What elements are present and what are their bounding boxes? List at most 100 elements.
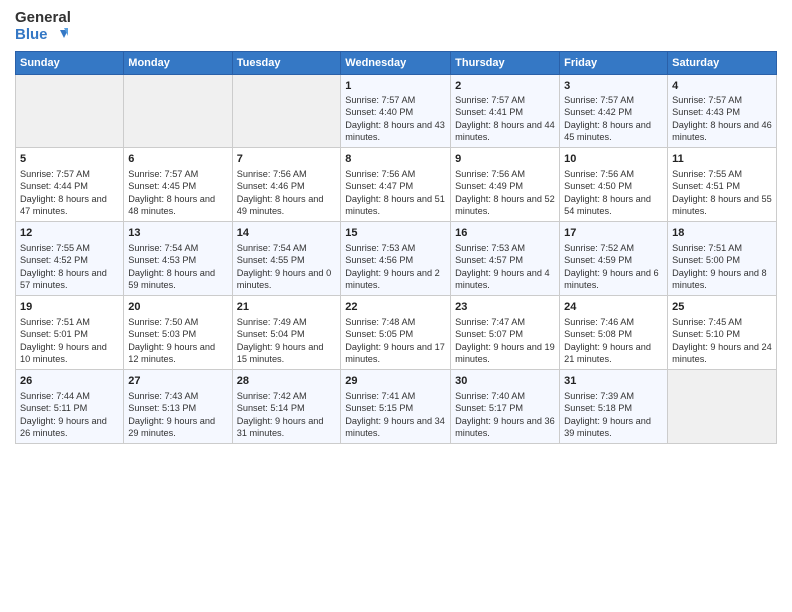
calendar-cell: 14 Sunrise: 7:54 AM Sunset: 4:55 PM Dayli… [232, 222, 341, 296]
day-number: 27 [128, 374, 227, 388]
week-row-2: 5 Sunrise: 7:57 AM Sunset: 4:44 PM Daylig… [16, 148, 777, 222]
calendar-cell: 10 Sunrise: 7:56 AM Sunset: 4:50 PM Dayli… [560, 148, 668, 222]
day-info: Sunrise: 7:54 AM Sunset: 4:55 PM Dayligh… [237, 242, 337, 292]
day-number: 16 [455, 226, 555, 240]
day-info: Sunrise: 7:41 AM Sunset: 5:15 PM Dayligh… [345, 390, 446, 440]
day-header-saturday: Saturday [668, 51, 777, 74]
calendar-cell: 4Sunrise: 7:57 AM Sunset: 4:43 PM Daylig… [668, 74, 777, 148]
day-number: 9 [455, 152, 555, 166]
logo-bird-icon [50, 27, 68, 45]
day-header-wednesday: Wednesday [341, 51, 451, 74]
page: General Blue SundayMondayTuesdayWednesda… [0, 0, 792, 454]
day-info: Sunrise: 7:53 AM Sunset: 4:56 PM Dayligh… [345, 242, 446, 292]
day-header-thursday: Thursday [451, 51, 560, 74]
day-info: Sunrise: 7:52 AM Sunset: 4:59 PM Dayligh… [564, 242, 663, 292]
calendar-cell: 6 Sunrise: 7:57 AM Sunset: 4:45 PM Daylig… [124, 148, 232, 222]
day-number: 8 [345, 152, 446, 166]
calendar-cell [124, 74, 232, 148]
day-info: Sunrise: 7:57 AM Sunset: 4:42 PM Dayligh… [564, 94, 663, 144]
day-info: Sunrise: 7:47 AM Sunset: 5:07 PM Dayligh… [455, 316, 555, 366]
day-info: Sunrise: 7:40 AM Sunset: 5:17 PM Dayligh… [455, 390, 555, 440]
day-number: 10 [564, 152, 663, 166]
week-row-3: 12 Sunrise: 7:55 AM Sunset: 4:52 PM Dayli… [16, 222, 777, 296]
day-number: 7 [237, 152, 337, 166]
day-info: Sunrise: 7:46 AM Sunset: 5:08 PM Dayligh… [564, 316, 663, 366]
day-info: Sunrise: 7:49 AM Sunset: 5:04 PM Dayligh… [237, 316, 337, 366]
day-number: 31 [564, 374, 663, 388]
day-info: Sunrise: 7:51 AM Sunset: 5:00 PM Dayligh… [672, 242, 772, 292]
calendar-cell: 15 Sunrise: 7:53 AM Sunset: 4:56 PM Dayli… [341, 222, 451, 296]
day-number: 14 [237, 226, 337, 240]
calendar-cell: 18 Sunrise: 7:51 AM Sunset: 5:00 PM Dayli… [668, 222, 777, 296]
day-number: 13 [128, 226, 227, 240]
day-info: Sunrise: 7:55 AM Sunset: 4:52 PM Dayligh… [20, 242, 119, 292]
day-number: 17 [564, 226, 663, 240]
day-info: Sunrise: 7:53 AM Sunset: 4:57 PM Dayligh… [455, 242, 555, 292]
header-row: SundayMondayTuesdayWednesdayThursdayFrid… [16, 51, 777, 74]
calendar-cell: 28 Sunrise: 7:42 AM Sunset: 5:14 PM Dayli… [232, 370, 341, 444]
calendar-cell: 11 Sunrise: 7:55 AM Sunset: 4:51 PM Dayli… [668, 148, 777, 222]
calendar-cell: 13 Sunrise: 7:54 AM Sunset: 4:53 PM Dayli… [124, 222, 232, 296]
day-info: Sunrise: 7:48 AM Sunset: 5:05 PM Dayligh… [345, 316, 446, 366]
day-number: 25 [672, 300, 772, 314]
day-number: 18 [672, 226, 772, 240]
day-number: 23 [455, 300, 555, 314]
day-info: Sunrise: 7:56 AM Sunset: 4:50 PM Dayligh… [564, 168, 663, 218]
day-number: 24 [564, 300, 663, 314]
calendar-cell: 24 Sunrise: 7:46 AM Sunset: 5:08 PM Dayli… [560, 296, 668, 370]
day-number: 12 [20, 226, 119, 240]
day-number: 11 [672, 152, 772, 166]
day-info: Sunrise: 7:50 AM Sunset: 5:03 PM Dayligh… [128, 316, 227, 366]
calendar-cell [16, 74, 124, 148]
calendar-cell: 21 Sunrise: 7:49 AM Sunset: 5:04 PM Dayli… [232, 296, 341, 370]
calendar-cell: 29 Sunrise: 7:41 AM Sunset: 5:15 PM Dayli… [341, 370, 451, 444]
calendar-cell: 25 Sunrise: 7:45 AM Sunset: 5:10 PM Dayli… [668, 296, 777, 370]
day-number: 1 [345, 79, 446, 93]
week-row-4: 19Sunrise: 7:51 AM Sunset: 5:01 PM Dayli… [16, 296, 777, 370]
day-info: Sunrise: 7:57 AM Sunset: 4:45 PM Dayligh… [128, 168, 227, 218]
day-number: 15 [345, 226, 446, 240]
calendar-cell: 17 Sunrise: 7:52 AM Sunset: 4:59 PM Dayli… [560, 222, 668, 296]
logo-general: General [15, 10, 71, 27]
day-number: 4 [672, 79, 772, 93]
calendar-cell: 16 Sunrise: 7:53 AM Sunset: 4:57 PM Dayli… [451, 222, 560, 296]
calendar-cell: 19Sunrise: 7:51 AM Sunset: 5:01 PM Dayli… [16, 296, 124, 370]
day-number: 30 [455, 374, 555, 388]
calendar-cell: 26Sunrise: 7:44 AM Sunset: 5:11 PM Dayli… [16, 370, 124, 444]
day-info: Sunrise: 7:45 AM Sunset: 5:10 PM Dayligh… [672, 316, 772, 366]
day-info: Sunrise: 7:42 AM Sunset: 5:14 PM Dayligh… [237, 390, 337, 440]
day-number: 20 [128, 300, 227, 314]
day-number: 29 [345, 374, 446, 388]
day-number: 6 [128, 152, 227, 166]
day-info: Sunrise: 7:39 AM Sunset: 5:18 PM Dayligh… [564, 390, 663, 440]
day-info: Sunrise: 7:56 AM Sunset: 4:47 PM Dayligh… [345, 168, 446, 218]
day-header-tuesday: Tuesday [232, 51, 341, 74]
calendar-cell: 12 Sunrise: 7:55 AM Sunset: 4:52 PM Dayli… [16, 222, 124, 296]
day-info: Sunrise: 7:55 AM Sunset: 4:51 PM Dayligh… [672, 168, 772, 218]
day-header-sunday: Sunday [16, 51, 124, 74]
calendar-cell: 3Sunrise: 7:57 AM Sunset: 4:42 PM Daylig… [560, 74, 668, 148]
calendar-cell: 2Sunrise: 7:57 AM Sunset: 4:41 PM Daylig… [451, 74, 560, 148]
day-header-monday: Monday [124, 51, 232, 74]
day-number: 22 [345, 300, 446, 314]
day-number: 5 [20, 152, 119, 166]
calendar-cell: 7Sunrise: 7:56 AM Sunset: 4:46 PM Daylig… [232, 148, 341, 222]
day-info: Sunrise: 7:56 AM Sunset: 4:49 PM Dayligh… [455, 168, 555, 218]
day-info: Sunrise: 7:43 AM Sunset: 5:13 PM Dayligh… [128, 390, 227, 440]
calendar-cell: 20 Sunrise: 7:50 AM Sunset: 5:03 PM Dayli… [124, 296, 232, 370]
day-number: 21 [237, 300, 337, 314]
calendar-cell: 23 Sunrise: 7:47 AM Sunset: 5:07 PM Dayli… [451, 296, 560, 370]
logo: General Blue [15, 10, 71, 45]
day-number: 2 [455, 79, 555, 93]
calendar-cell: 5 Sunrise: 7:57 AM Sunset: 4:44 PM Daylig… [16, 148, 124, 222]
day-info: Sunrise: 7:44 AM Sunset: 5:11 PM Dayligh… [20, 390, 119, 440]
calendar-cell [668, 370, 777, 444]
calendar-cell: 9 Sunrise: 7:56 AM Sunset: 4:49 PM Daylig… [451, 148, 560, 222]
day-number: 28 [237, 374, 337, 388]
week-row-1: 1Sunrise: 7:57 AM Sunset: 4:40 PM Daylig… [16, 74, 777, 148]
day-info: Sunrise: 7:54 AM Sunset: 4:53 PM Dayligh… [128, 242, 227, 292]
day-info: Sunrise: 7:57 AM Sunset: 4:41 PM Dayligh… [455, 94, 555, 144]
calendar-cell: 22 Sunrise: 7:48 AM Sunset: 5:05 PM Dayli… [341, 296, 451, 370]
day-info: Sunrise: 7:57 AM Sunset: 4:44 PM Dayligh… [20, 168, 119, 218]
day-header-friday: Friday [560, 51, 668, 74]
